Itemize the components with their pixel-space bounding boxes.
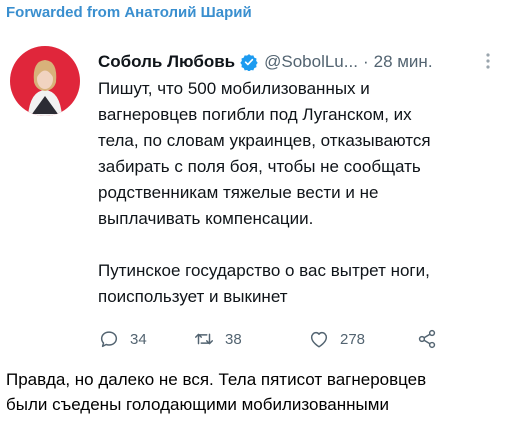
reply-button[interactable]: 34 bbox=[98, 326, 147, 352]
avatar-image bbox=[10, 46, 80, 116]
heart-icon bbox=[310, 331, 328, 348]
author-name[interactable]: Соболь Любовь bbox=[98, 52, 235, 72]
reply-icon bbox=[100, 331, 118, 348]
retweet-count: 38 bbox=[225, 330, 242, 348]
tweet-card[interactable]: Соболь Любовь @SobolLu... · 28 мин. Пишу… bbox=[4, 30, 509, 362]
reply-count: 34 bbox=[130, 330, 147, 348]
share-button[interactable] bbox=[416, 326, 448, 352]
share-icon bbox=[418, 329, 436, 349]
author-handle[interactable]: @SobolLu... bbox=[264, 52, 358, 72]
tweet-action-bar: 34 38 278 bbox=[98, 326, 458, 352]
message-text: Правда, но далеко не вся. Тела пятисот в… bbox=[6, 370, 427, 414]
tweet-paragraph: Пишут, что 500 мобилизованных и вагнеров… bbox=[98, 79, 431, 228]
tweet-paragraph: Путинское государство о вас вытрет ноги,… bbox=[98, 261, 430, 306]
avatar[interactable] bbox=[10, 46, 80, 116]
tweet-text: Пишут, что 500 мобилизованных и вагнеров… bbox=[98, 76, 498, 310]
like-count: 278 bbox=[340, 330, 366, 348]
more-icon[interactable] bbox=[485, 52, 491, 70]
tweet-header: Соболь Любовь @SobolLu... · 28 мин. bbox=[98, 50, 491, 74]
retweet-icon bbox=[195, 333, 213, 345]
verified-icon bbox=[240, 53, 258, 72]
forwarded-from-label[interactable]: Forwarded from Анатолий Шарий bbox=[6, 4, 252, 21]
like-button[interactable]: 278 bbox=[308, 326, 365, 352]
tweet-time[interactable]: 28 мин. bbox=[374, 52, 433, 72]
separator-dot: · bbox=[362, 52, 369, 71]
retweet-button[interactable]: 38 bbox=[193, 326, 242, 352]
